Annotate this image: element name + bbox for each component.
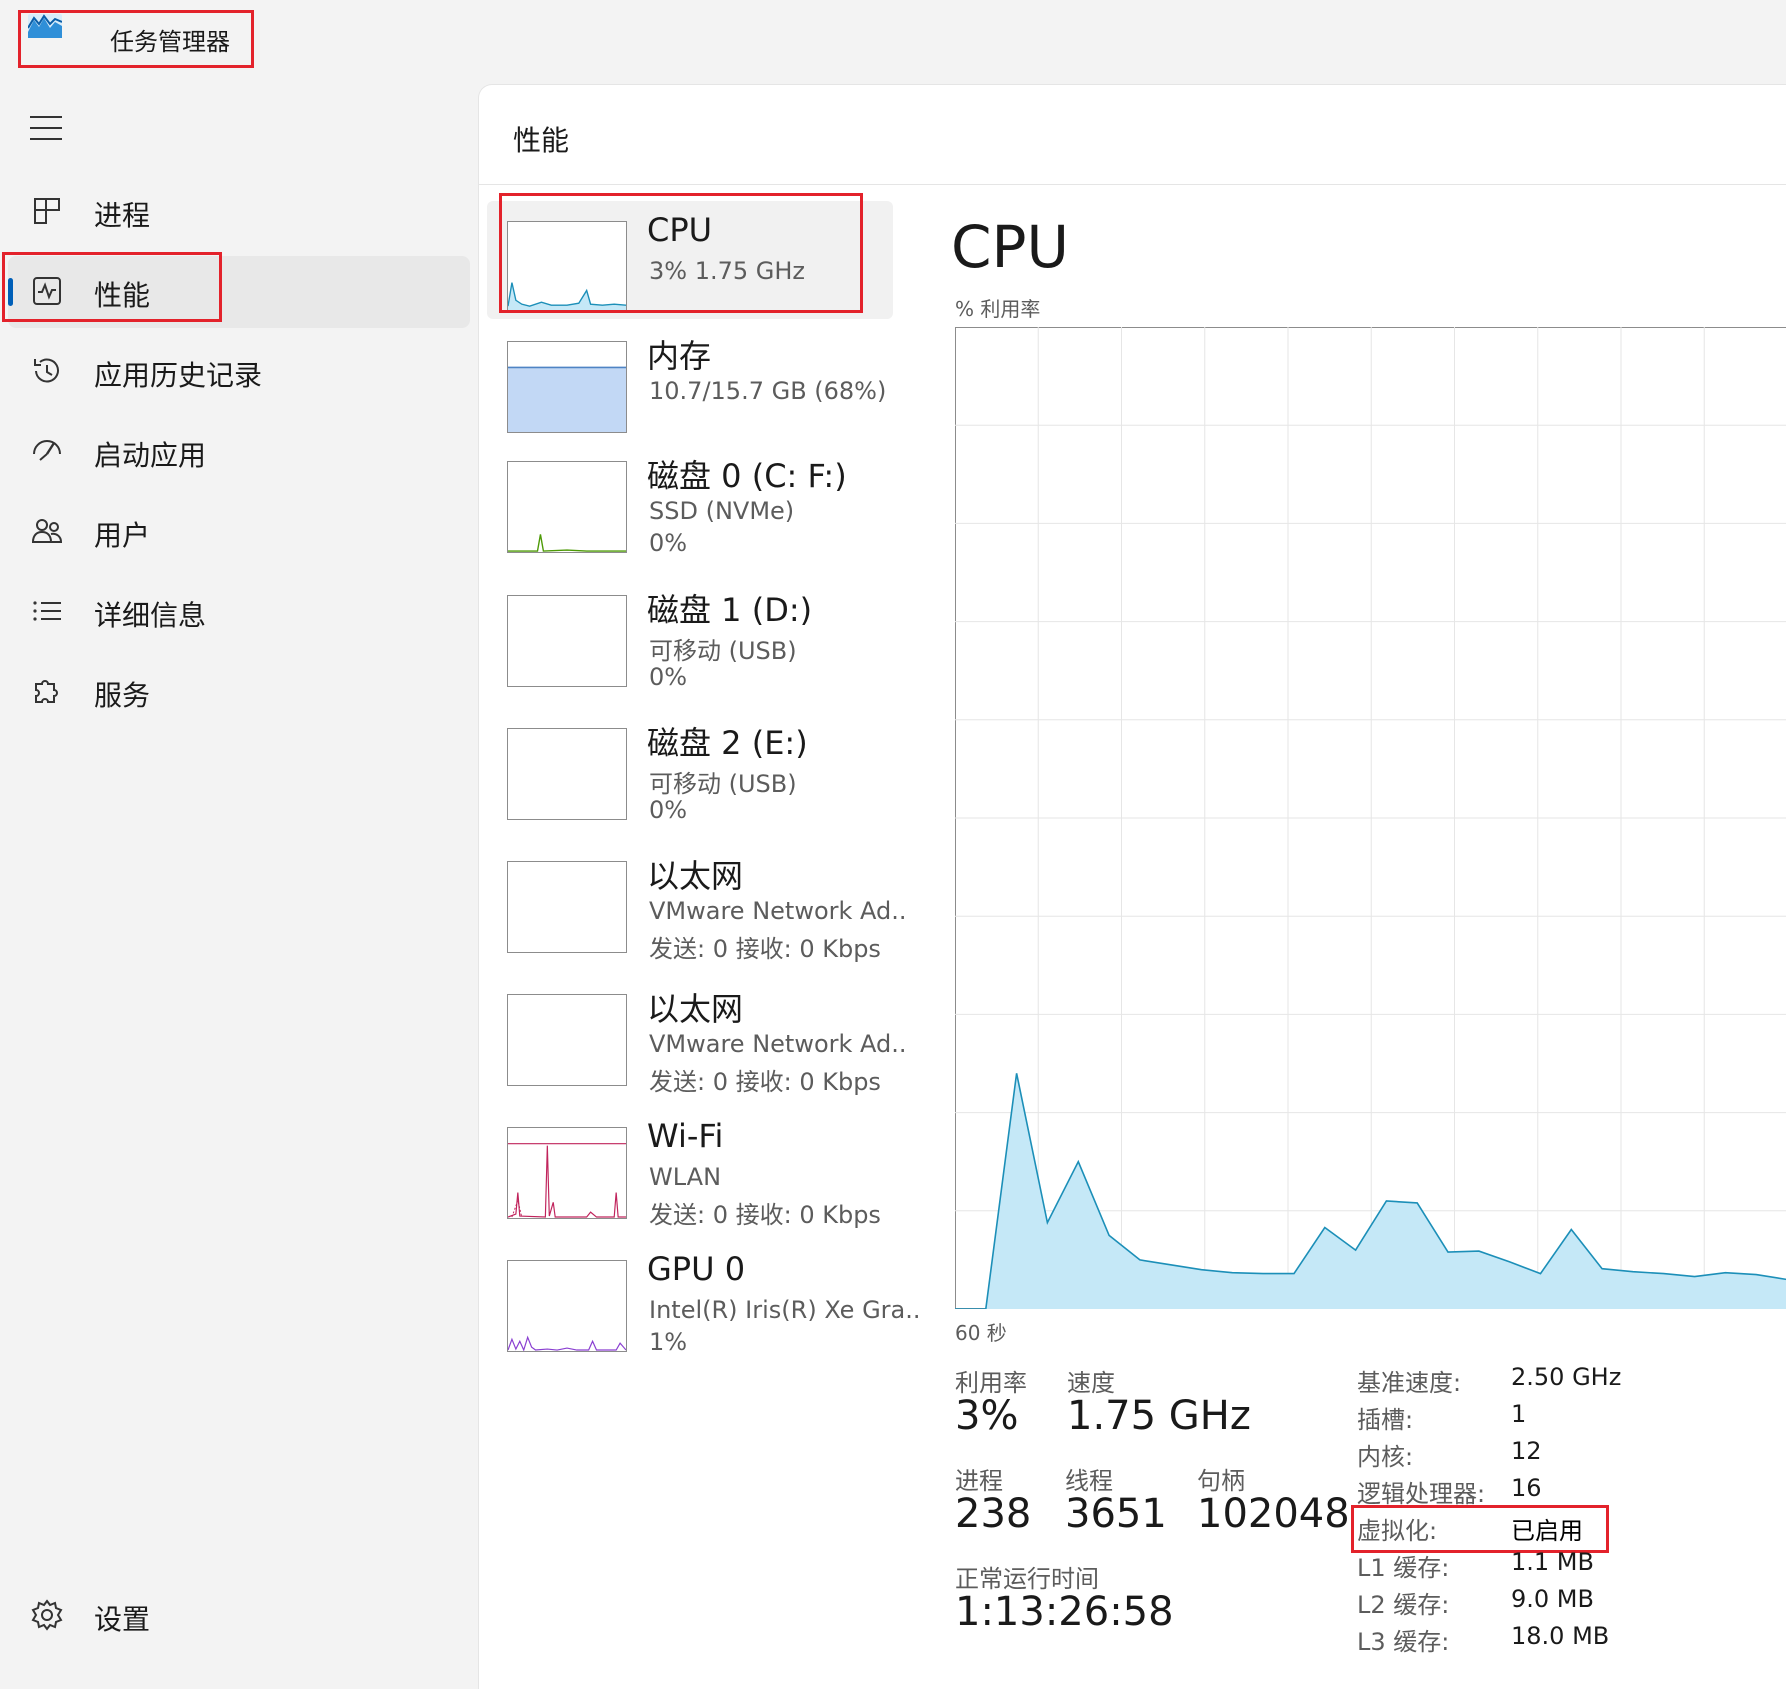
ethernet-1-thumbnail	[507, 861, 627, 953]
spec-base-speed-key: 基准速度:	[1357, 1369, 1462, 1397]
uptime-value: 1:13:26:58	[955, 1589, 1174, 1635]
resource-detail: 可移动 (USB)	[649, 637, 797, 665]
resource-detail: Intel(R) Iris(R) Xe Gra..	[649, 1296, 921, 1324]
performance-highlight-box	[2, 252, 222, 322]
wifi-thumbnail	[507, 1127, 627, 1219]
gpu-thumbnail	[507, 1260, 627, 1352]
sidebar-item-app-history[interactable]: 应用历史记录	[8, 336, 470, 408]
hamburger-menu-icon[interactable]	[30, 116, 62, 140]
cpu-highlight-box	[499, 193, 863, 313]
resource-usage: 1%	[649, 1328, 688, 1356]
sidebar-item-users[interactable]: 用户	[8, 496, 470, 568]
title-bar: 任务管理器	[0, 0, 1786, 84]
resource-item-disk-2[interactable]: 磁盘 2 (E:) 可移动 (USB) 0%	[487, 708, 893, 826]
resource-name: 磁盘 1 (D:)	[647, 591, 813, 629]
spec-sockets-key: 插槽:	[1357, 1406, 1414, 1434]
resource-name: Wi-Fi	[647, 1117, 724, 1155]
spec-cores-value: 12	[1511, 1437, 1542, 1465]
spec-l3-cache-key: L3 缓存:	[1357, 1628, 1450, 1656]
spec-l2-cache-value: 9.0 MB	[1511, 1585, 1594, 1613]
title-highlight-box	[18, 10, 254, 68]
resource-detail: VMware Network Ad..	[649, 1030, 907, 1058]
sidebar-item-label: 启动应用	[94, 439, 207, 472]
disk-2-thumbnail	[507, 728, 627, 820]
spec-cores-key: 内核:	[1357, 1443, 1414, 1471]
spec-l2-cache-key: L2 缓存:	[1357, 1591, 1450, 1619]
resource-item-gpu[interactable]: GPU 0 Intel(R) Iris(R) Xe Gra.. 1%	[487, 1240, 921, 1358]
cpu-heading: CPU	[951, 213, 1069, 281]
resource-item-disk-0[interactable]: 磁盘 0 (C: F:) SSD (NVMe) 0%	[487, 441, 893, 559]
cpu-utilization-graph	[955, 327, 1786, 1309]
page-title: 性能	[513, 124, 570, 157]
resource-item-memory[interactable]: 内存 10.7/15.7 GB (68%)	[487, 321, 893, 439]
sidebar-item-label: 进程	[94, 199, 151, 232]
sidebar-item-details[interactable]: 详细信息	[8, 576, 470, 648]
resource-item-wifi[interactable]: Wi-Fi WLAN 发送: 0 接收: 0 Kbps	[487, 1107, 893, 1229]
resource-usage: 0%	[649, 663, 688, 691]
sidebar-item-services[interactable]: 服务	[8, 656, 470, 728]
disk-0-thumbnail	[507, 461, 627, 553]
resource-detail: 可移动 (USB)	[649, 770, 797, 798]
resource-item-ethernet-1[interactable]: 以太网 VMware Network Ad.. 发送: 0 接收: 0 Kbps	[487, 841, 907, 963]
sidebar-item-processes[interactable]: 进程	[8, 176, 470, 248]
utilization-axis-label: % 利用率	[955, 297, 1041, 321]
resource-name: 磁盘 0 (C: F:)	[647, 457, 847, 495]
utilization-value: 3%	[955, 1393, 1019, 1439]
sidebar-item-label: 用户	[94, 519, 151, 552]
ethernet-2-thumbnail	[507, 994, 627, 1086]
resource-item-ethernet-2[interactable]: 以太网 VMware Network Ad.. 发送: 0 接收: 0 Kbps	[487, 974, 907, 1096]
disk-1-thumbnail	[507, 595, 627, 687]
resource-name: 以太网	[647, 990, 744, 1028]
spec-logical-processors-value: 16	[1511, 1474, 1542, 1502]
settings-label: 设置	[94, 1603, 151, 1636]
resource-usage: 发送: 0 接收: 0 Kbps	[649, 1201, 881, 1229]
resource-usage: 0%	[649, 529, 688, 557]
resource-usage: 发送: 0 接收: 0 Kbps	[649, 935, 881, 963]
processes-icon	[34, 198, 60, 224]
users-icon	[31, 519, 63, 543]
gear-icon	[31, 1599, 63, 1631]
resource-detail: SSD (NVMe)	[649, 497, 795, 525]
spec-logical-processors-key: 逻辑处理器:	[1357, 1480, 1486, 1508]
spec-l3-cache-value: 18.0 MB	[1511, 1622, 1610, 1650]
sidebar-item-label: 应用历史记录	[94, 359, 263, 392]
processes-value: 238	[955, 1491, 1032, 1537]
threads-value: 3651	[1065, 1491, 1167, 1537]
resource-name: 内存	[647, 337, 712, 375]
sidebar-item-label: 详细信息	[94, 599, 207, 632]
spec-l1-cache-value: 1.1 MB	[1511, 1548, 1594, 1576]
resource-usage: 0%	[649, 796, 688, 824]
puzzle-icon	[35, 680, 58, 703]
resource-name: 磁盘 2 (E:)	[647, 724, 808, 762]
header-divider	[479, 184, 1786, 185]
resource-name: 以太网	[647, 857, 744, 895]
sidebar: 进程 性能 应用历史记录 启动应用 用户 详细信息 服务 设置	[0, 84, 478, 1689]
sidebar-item-settings[interactable]: 设置	[8, 1580, 470, 1652]
spec-base-speed-value: 2.50 GHz	[1511, 1363, 1622, 1391]
main-panel: 性能 CPU 3% 1.75 GHz 内存 10.7/15.7 GB (68%)	[478, 84, 1786, 1689]
history-icon	[34, 358, 59, 383]
sidebar-item-label: 服务	[94, 679, 151, 712]
resource-name: GPU 0	[647, 1250, 746, 1288]
speedometer-icon	[33, 440, 61, 461]
list-icon	[33, 601, 61, 621]
memory-thumbnail	[507, 341, 627, 433]
resource-usage: 发送: 0 接收: 0 Kbps	[649, 1068, 881, 1096]
time-axis-label: 60 秒	[955, 1321, 1007, 1345]
speed-value: 1.75 GHz	[1067, 1393, 1251, 1439]
resource-item-disk-1[interactable]: 磁盘 1 (D:) 可移动 (USB) 0%	[487, 575, 893, 693]
sidebar-item-startup-apps[interactable]: 启动应用	[8, 416, 470, 488]
spec-l1-cache-key: L1 缓存:	[1357, 1554, 1450, 1582]
resource-detail: 10.7/15.7 GB (68%)	[649, 377, 887, 405]
resource-detail: WLAN	[649, 1163, 722, 1191]
spec-sockets-value: 1	[1511, 1400, 1527, 1428]
resource-detail: VMware Network Ad..	[649, 897, 907, 925]
handles-value: 102048	[1197, 1491, 1350, 1537]
virtualization-highlight-box	[1351, 1505, 1609, 1553]
